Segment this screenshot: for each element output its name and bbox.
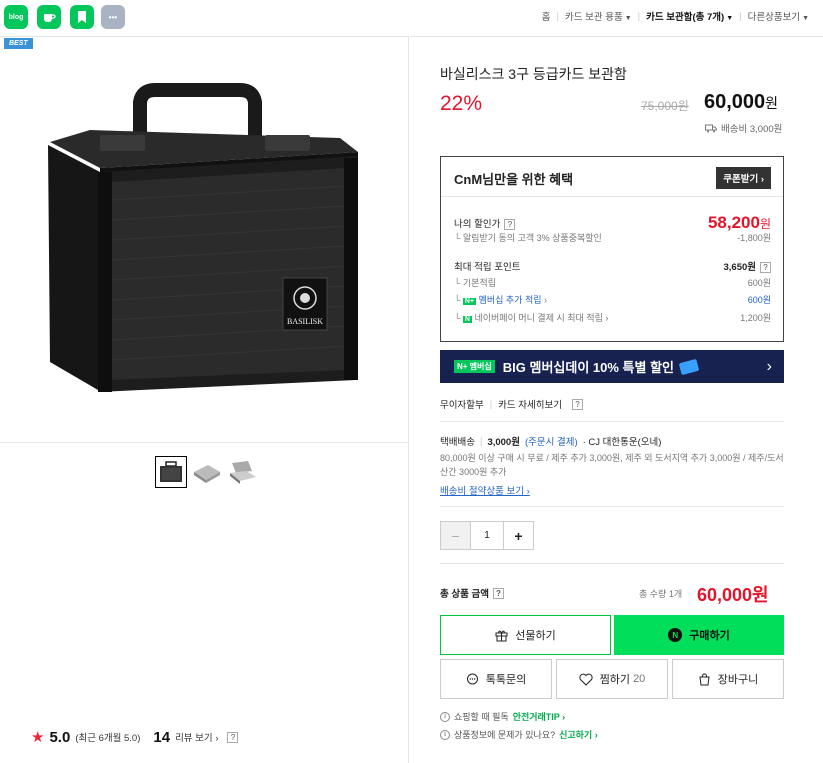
report-link[interactable]: 신고하기 ›	[559, 728, 598, 741]
review-link[interactable]: 리뷰 보기 ›	[175, 730, 218, 744]
quantity-plus-button[interactable]: +	[504, 522, 533, 549]
divider	[440, 421, 784, 422]
benefit-title: CnM님만을 위한 혜택	[454, 172, 574, 187]
chat-bubble-icon	[466, 673, 478, 684]
thumbnail-case-open[interactable]	[191, 456, 223, 488]
product-main-image[interactable]: BASILISK	[40, 80, 370, 403]
gift-icon	[495, 630, 508, 641]
rating-summary: ★ 5.0 (최근 6개월 5.0) 14 리뷰 보기 › ?	[31, 728, 239, 746]
chevron-right-icon: ›	[766, 357, 772, 375]
naverpay-icon: N	[668, 628, 683, 642]
sale-price: 60,000원	[704, 91, 779, 113]
card-icon	[678, 358, 700, 375]
total-amount: 60,000원	[697, 585, 769, 605]
divider	[440, 563, 784, 564]
breadcrumb-category[interactable]: 카드 보관 용품 ▼	[565, 9, 632, 23]
star-icon: ★	[31, 729, 45, 746]
buy-button[interactable]: N 구매하기	[614, 615, 784, 655]
gallery-divider	[0, 442, 409, 443]
top-bar: blog ••• 홈 | 카드 보관 용품 ▼ | 카드 보관함(총 7개) ▼ |…	[0, 0, 823, 34]
info-icon: i	[440, 711, 450, 722]
chevron-down-icon: ▼	[802, 15, 809, 22]
breadcrumb-home[interactable]: 홈	[542, 9, 551, 23]
breadcrumb: 홈 | 카드 보관 용품 ▼ | 카드 보관함(총 7개) ▼ | 다른상품보기 ▼	[541, 9, 809, 24]
npay-points-row[interactable]: └ N 네이버페이 머니 결제 시 최대 적립 › 1,200원	[454, 311, 771, 324]
membership-day-banner[interactable]: N+ 멤버십 BIG 멤버십데이 10% 특별 할인 ›	[440, 350, 784, 383]
thumbnail-strip	[155, 456, 259, 488]
thumbnail-case-inside[interactable]	[227, 456, 259, 488]
chevron-right-icon: ›	[215, 733, 219, 744]
card-detail-link[interactable]: 카드 자세히보기	[498, 397, 562, 411]
shopping-bag-icon	[699, 673, 710, 685]
max-points-row: 최대 적립 포인트 3,650원?	[454, 259, 771, 273]
help-icon[interactable]: ?	[492, 587, 504, 599]
heart-icon	[579, 673, 593, 686]
other-products-link[interactable]: 다른상품보기 ▼	[748, 9, 809, 23]
installment-row: 무이자할부 | 카드 자세히보기 ?	[440, 397, 583, 411]
nplus-membership-icon: N+ 멤버십	[454, 360, 495, 373]
bookmark-app-icon[interactable]	[70, 5, 94, 29]
breadcrumb-current[interactable]: 카드 보관함(총 7개) ▼	[646, 9, 733, 23]
talk-inquiry-button[interactable]: 톡톡문의	[440, 659, 552, 699]
more-icon[interactable]: •••	[101, 5, 125, 29]
product-title: 바실리스크 3구 등급카드 보관함	[440, 66, 627, 82]
total-count: 총 수량 1개	[639, 589, 683, 599]
quantity-minus-button[interactable]: −	[441, 522, 470, 549]
info-icon: i	[440, 729, 450, 740]
total-label: 총 상품 금액?	[440, 586, 504, 600]
divider	[440, 506, 784, 507]
original-price: 75,000원	[641, 99, 689, 113]
gift-button[interactable]: 선물하기	[440, 615, 611, 655]
alarm-discount-row: └ 알림받기 동의 고객 3% 상품중복할인 -1,800원	[454, 233, 771, 243]
rating-recent: (최근 6개월 5.0)	[75, 733, 141, 744]
my-price-row: 나의 할인가? 58,200원	[454, 213, 771, 232]
safe-trade-link[interactable]: 안전거래TIP ›	[513, 710, 565, 723]
review-count: 14	[153, 728, 171, 746]
basic-points-row: └ 기본적립 600원	[454, 278, 771, 288]
help-icon[interactable]: ?	[504, 219, 516, 230]
chevron-down-icon: ▼	[726, 15, 734, 22]
help-icon[interactable]: ?	[760, 262, 771, 273]
report-notice: i 상품정보에 문제가 있나요? 신고하기 ›	[440, 728, 598, 741]
cafe-icon[interactable]	[37, 5, 61, 29]
rating-score: 5.0	[49, 728, 71, 746]
best-badge: BEST	[4, 38, 33, 49]
benefit-box: CnM님만을 위한 혜택 쿠폰받기 › 나의 할인가? 58,200원 └ 알림…	[440, 156, 784, 342]
shipping-fee: 배송비 3,000원	[705, 121, 782, 135]
cart-button[interactable]: 장바구니	[672, 659, 784, 699]
quantity-stepper: − 1 +	[440, 521, 534, 550]
delivery-row: 택배배송 | 3,000원 (주문시 결제) · CJ 대한통운(오네)	[440, 435, 662, 449]
wish-count: 20	[633, 673, 646, 685]
truck-icon	[705, 124, 717, 132]
coupon-button[interactable]: 쿠폰받기 ›	[716, 167, 771, 189]
shipping-saving-link[interactable]: 배송비 절약상품 보기 ›	[440, 483, 530, 497]
brand-label: BASILISK	[287, 317, 323, 326]
delivery-desc: 80,000원 이상 구매 시 무료 / 제주 추가 3,000원, 제주 외 …	[440, 453, 784, 477]
nplus-badge-icon: N+	[462, 298, 477, 305]
membership-points-row[interactable]: └ N+ 멤버십 추가 적립 › 600원	[454, 293, 771, 306]
help-icon[interactable]: ?	[572, 398, 583, 410]
chevron-down-icon: ▼	[624, 15, 632, 22]
npay-badge-icon: N	[462, 316, 472, 323]
blog-icon[interactable]: blog	[4, 5, 28, 29]
safe-trade-notice: i 쇼핑할 때 필독 안전거래TIP ›	[440, 710, 565, 723]
wish-button[interactable]: 찜하기 20	[556, 659, 668, 699]
thumbnail-case-front[interactable]	[155, 456, 187, 488]
discount-rate: 22%	[440, 92, 483, 115]
help-icon[interactable]: ?	[227, 731, 239, 743]
my-price: 58,200원	[707, 213, 771, 232]
quantity-input[interactable]: 1	[470, 522, 504, 549]
